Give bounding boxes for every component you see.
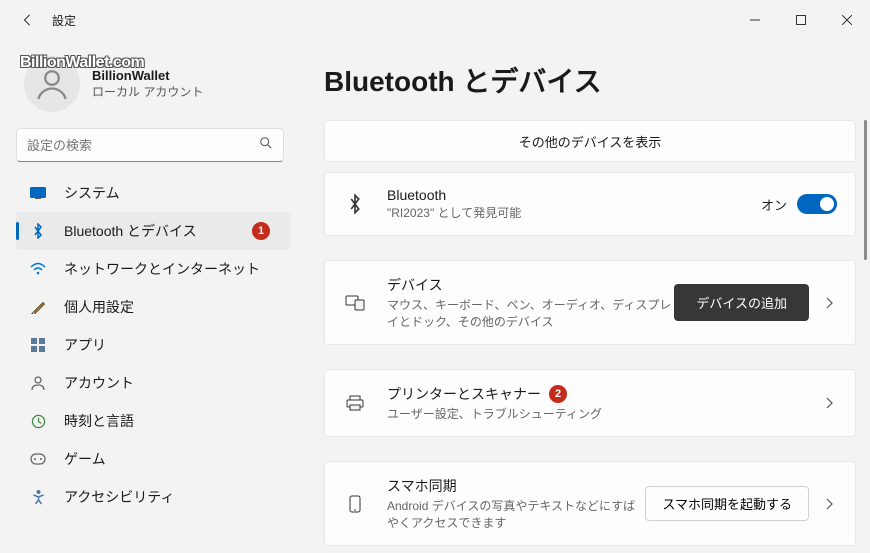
nav: システム Bluetooth とデバイス 1 ネットワークとインターネット 個人… [16, 174, 300, 553]
sidebar-item-system[interactable]: システム [16, 174, 290, 212]
card-sub: マウス、キーボード、ペン、オーディオ、ディスプレイとドック、その他のデバイス [387, 296, 674, 330]
bluetooth-toggle-card[interactable]: Bluetooth "RI2023" として発見可能 オン [324, 172, 856, 236]
card-title: Bluetooth [387, 187, 761, 203]
game-icon [28, 449, 48, 469]
sidebar-item-accessibility[interactable]: アクセシビリティ [16, 478, 290, 516]
sidebar-item-label: 時刻と言語 [64, 411, 290, 431]
close-button[interactable] [824, 0, 870, 40]
apps-icon [28, 335, 48, 355]
titlebar: 設定 [0, 0, 870, 40]
devices-card[interactable]: デバイス マウス、キーボード、ペン、オーディオ、ディスプレイとドック、その他のデ… [324, 260, 856, 345]
profile-block[interactable]: BillionWallet ローカル アカウント BillionWallet.c… [16, 48, 300, 128]
brush-icon [28, 297, 48, 317]
sidebar-item-label: Bluetooth とデバイス [64, 221, 252, 241]
search-icon [259, 136, 273, 155]
sidebar-item-label: システム [64, 183, 290, 203]
bluetooth-icon [28, 221, 48, 241]
watermark: BillionWallet.com [20, 54, 144, 72]
add-device-button[interactable]: デバイスの追加 [674, 284, 809, 321]
card-title: スマホ同期 [387, 476, 645, 496]
main-content: Bluetooth とデバイス その他のデバイスを表示 Bluetooth "R… [300, 40, 870, 553]
scrollbar[interactable] [860, 40, 870, 553]
sidebar-item-gaming[interactable]: ゲーム [16, 440, 290, 478]
page-title: Bluetooth とデバイス [324, 60, 856, 100]
sidebar-item-apps[interactable]: アプリ [16, 326, 290, 364]
nav-badge: 1 [252, 222, 270, 240]
sidebar: BillionWallet ローカル アカウント BillionWallet.c… [0, 40, 300, 553]
sidebar-item-network[interactable]: ネットワークとインターネット [16, 250, 290, 288]
phone-icon [343, 495, 367, 513]
toggle-state: オン [761, 195, 787, 214]
card-title: デバイス [387, 275, 674, 295]
sidebar-item-label: アクセシビリティ [64, 487, 290, 507]
scrollbar-thumb[interactable] [864, 120, 867, 260]
sidebar-item-label: ゲーム [64, 449, 290, 469]
person-icon [28, 373, 48, 393]
sidebar-item-time[interactable]: 時刻と言語 [16, 402, 290, 440]
wifi-icon [28, 259, 48, 279]
sidebar-item-label: アプリ [64, 335, 290, 355]
sidebar-item-bluetooth[interactable]: Bluetooth とデバイス 1 [16, 212, 290, 250]
bluetooth-toggle[interactable] [797, 194, 837, 214]
card-title: プリンターとスキャナー [387, 384, 541, 404]
chevron-right-icon [823, 297, 837, 309]
open-phone-link-button[interactable]: スマホ同期を起動する [645, 486, 809, 521]
chevron-right-icon [823, 498, 837, 510]
accessibility-icon [28, 487, 48, 507]
sidebar-item-label: ネットワークとインターネット [64, 259, 290, 279]
show-other-label: その他のデバイスを表示 [519, 132, 662, 151]
back-button[interactable] [12, 4, 44, 36]
card-sub: Android デバイスの写真やテキストなどにすばやくアクセスできます [387, 497, 645, 531]
sidebar-item-accounts[interactable]: アカウント [16, 364, 290, 402]
search-box[interactable] [16, 128, 284, 162]
minimize-button[interactable] [732, 0, 778, 40]
printer-icon [343, 395, 367, 411]
sidebar-item-label: アカウント [64, 373, 290, 393]
card-sub: ユーザー設定、トラブルシューティング [387, 405, 823, 422]
sidebar-item-label: 個人用設定 [64, 297, 290, 317]
printers-badge: 2 [549, 385, 567, 403]
show-other-devices-button[interactable]: その他のデバイスを表示 [324, 120, 856, 162]
sidebar-item-personalize[interactable]: 個人用設定 [16, 288, 290, 326]
window-title: 設定 [52, 12, 76, 29]
card-sub: "RI2023" として発見可能 [387, 204, 761, 221]
profile-sub: ローカル アカウント [92, 83, 203, 100]
settings-window: 設定 BillionWallet ローカル アカウント BillionWalle… [0, 0, 870, 553]
chevron-right-icon [823, 397, 837, 409]
phone-link-card[interactable]: スマホ同期 Android デバイスの写真やテキストなどにすばやくアクセスできま… [324, 461, 856, 546]
bluetooth-icon [343, 194, 367, 214]
clock-icon [28, 411, 48, 431]
search-input[interactable] [27, 138, 259, 153]
printers-card[interactable]: プリンターとスキャナー 2 ユーザー設定、トラブルシューティング [324, 369, 856, 437]
devices-icon [343, 295, 367, 311]
maximize-button[interactable] [778, 0, 824, 40]
system-icon [28, 183, 48, 203]
